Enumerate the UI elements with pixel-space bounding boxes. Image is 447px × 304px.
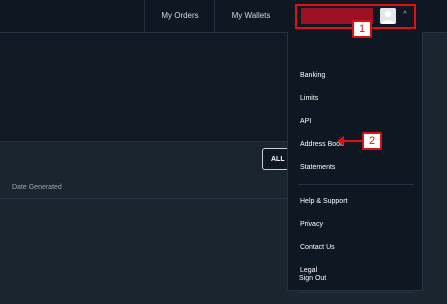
menu-item-statements[interactable]: Statements (300, 161, 335, 175)
menu-item-sign-out[interactable]: Sign Out (299, 272, 326, 286)
user-dropdown-menu: Banking Limits API Address Book Statemen… (287, 32, 423, 293)
menu-item-help-support[interactable]: Help & Support (300, 195, 347, 209)
menu-item-privacy[interactable]: Privacy (300, 218, 323, 232)
menu-item-banking[interactable]: Banking (300, 69, 325, 83)
nav-my-wallets[interactable]: My Wallets (214, 0, 287, 32)
menu-divider (298, 292, 414, 293)
menu-item-contact-us[interactable]: Contact Us (300, 241, 335, 255)
column-header-date-generated: Date Generated (12, 184, 62, 191)
filter-all-button[interactable]: ALL (262, 148, 288, 170)
annotation-badge-1: 1 (352, 20, 372, 38)
menu-item-limits[interactable]: Limits (300, 92, 318, 106)
menu-divider (298, 184, 414, 185)
menu-item-api[interactable]: API (300, 115, 311, 129)
nav-my-orders[interactable]: My Orders (144, 0, 215, 32)
table-header-divider (0, 198, 287, 199)
arrow-left-icon (337, 136, 344, 146)
page-header-panel (0, 33, 287, 142)
statements-content (0, 142, 287, 304)
annotation-arrow-line (343, 140, 362, 142)
annotation-badge-2: 2 (362, 132, 382, 150)
